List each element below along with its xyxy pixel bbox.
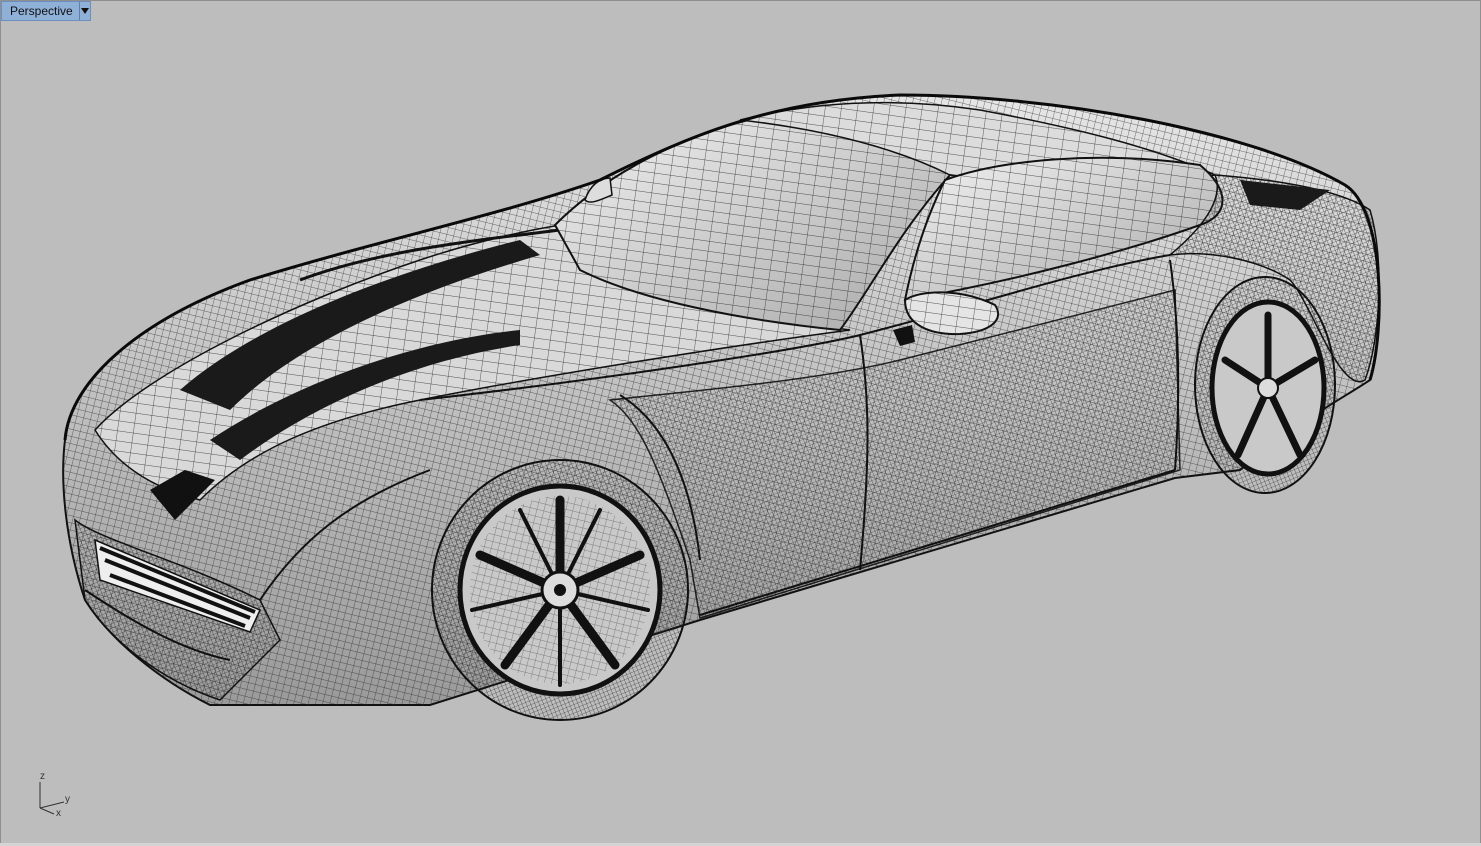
axes-icon <box>39 782 65 815</box>
world-axes-indicator: z y x <box>30 768 80 824</box>
x-axis-label: x <box>56 808 61 819</box>
rear-wheel <box>1194 276 1336 494</box>
car-wireframe-model[interactable] <box>0 0 1481 846</box>
front-wheel <box>431 459 689 721</box>
y-axis-label: y <box>65 794 70 805</box>
z-axis-label: z <box>40 771 45 782</box>
perspective-viewport[interactable]: Perspective z y x <box>0 0 1481 846</box>
